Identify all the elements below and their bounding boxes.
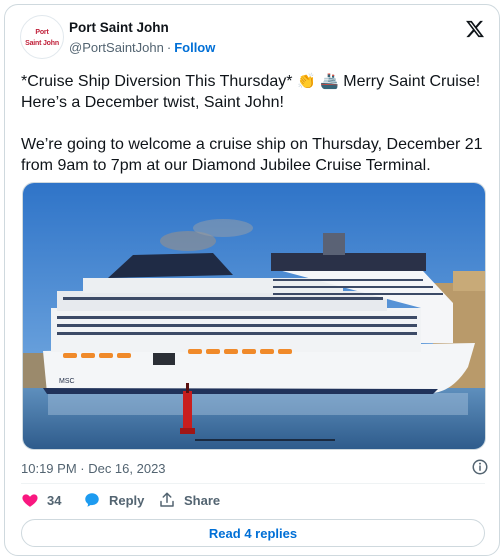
divider <box>21 483 485 484</box>
separator: · <box>166 40 172 55</box>
clapping-hands-icon: 👏 <box>296 72 316 90</box>
reply-bubble-icon <box>85 493 99 507</box>
avatar-text-bottom: Saint John <box>25 40 59 47</box>
tweet-paragraph-2: We’re going to welcome a cruise ship on … <box>21 136 483 174</box>
x-logo-icon[interactable] <box>465 19 485 39</box>
tweet-line1-start: *Cruise Ship Diversion This Thursday* <box>21 73 297 90</box>
heart-icon <box>22 494 38 507</box>
handle[interactable]: @PortSaintJohn <box>69 40 164 55</box>
avatar-text-top: Port <box>35 29 49 36</box>
like-button[interactable]: 34 <box>21 489 61 511</box>
like-count: 34 <box>47 492 62 508</box>
info-icon[interactable] <box>471 458 489 476</box>
follow-button[interactable]: Follow <box>174 40 215 55</box>
reply-button[interactable]: Reply <box>83 489 144 511</box>
handle-row: @PortSaintJohn · Follow <box>69 40 215 55</box>
share-button[interactable]: Share <box>158 489 220 511</box>
avatar-logo: Port Saint John <box>25 26 59 48</box>
read-replies-button[interactable]: Read 4 replies <box>21 519 485 547</box>
timestamp[interactable]: 10:19 PM · Dec 16, 2023 <box>21 461 166 476</box>
cruise-ship-icon: 🚢 <box>320 72 339 90</box>
tweet-paragraph-1: *Cruise Ship Diversion This Thursday* 👏 … <box>21 71 491 113</box>
share-label: Share <box>184 492 221 508</box>
ship-hull-text: MSC <box>59 378 75 385</box>
tweet-card: Port Saint John Port Saint John @PortSai… <box>4 4 500 556</box>
cruise-ship-photo: MSC <box>23 183 485 449</box>
avatar[interactable]: Port Saint John <box>20 15 64 59</box>
share-icon <box>160 492 174 507</box>
display-name[interactable]: Port Saint John <box>69 20 169 35</box>
tweet-text: *Cruise Ship Diversion This Thursday* 👏 … <box>21 71 491 176</box>
tweet-photo[interactable]: MSC <box>22 182 486 450</box>
reply-label: Reply <box>109 492 145 508</box>
